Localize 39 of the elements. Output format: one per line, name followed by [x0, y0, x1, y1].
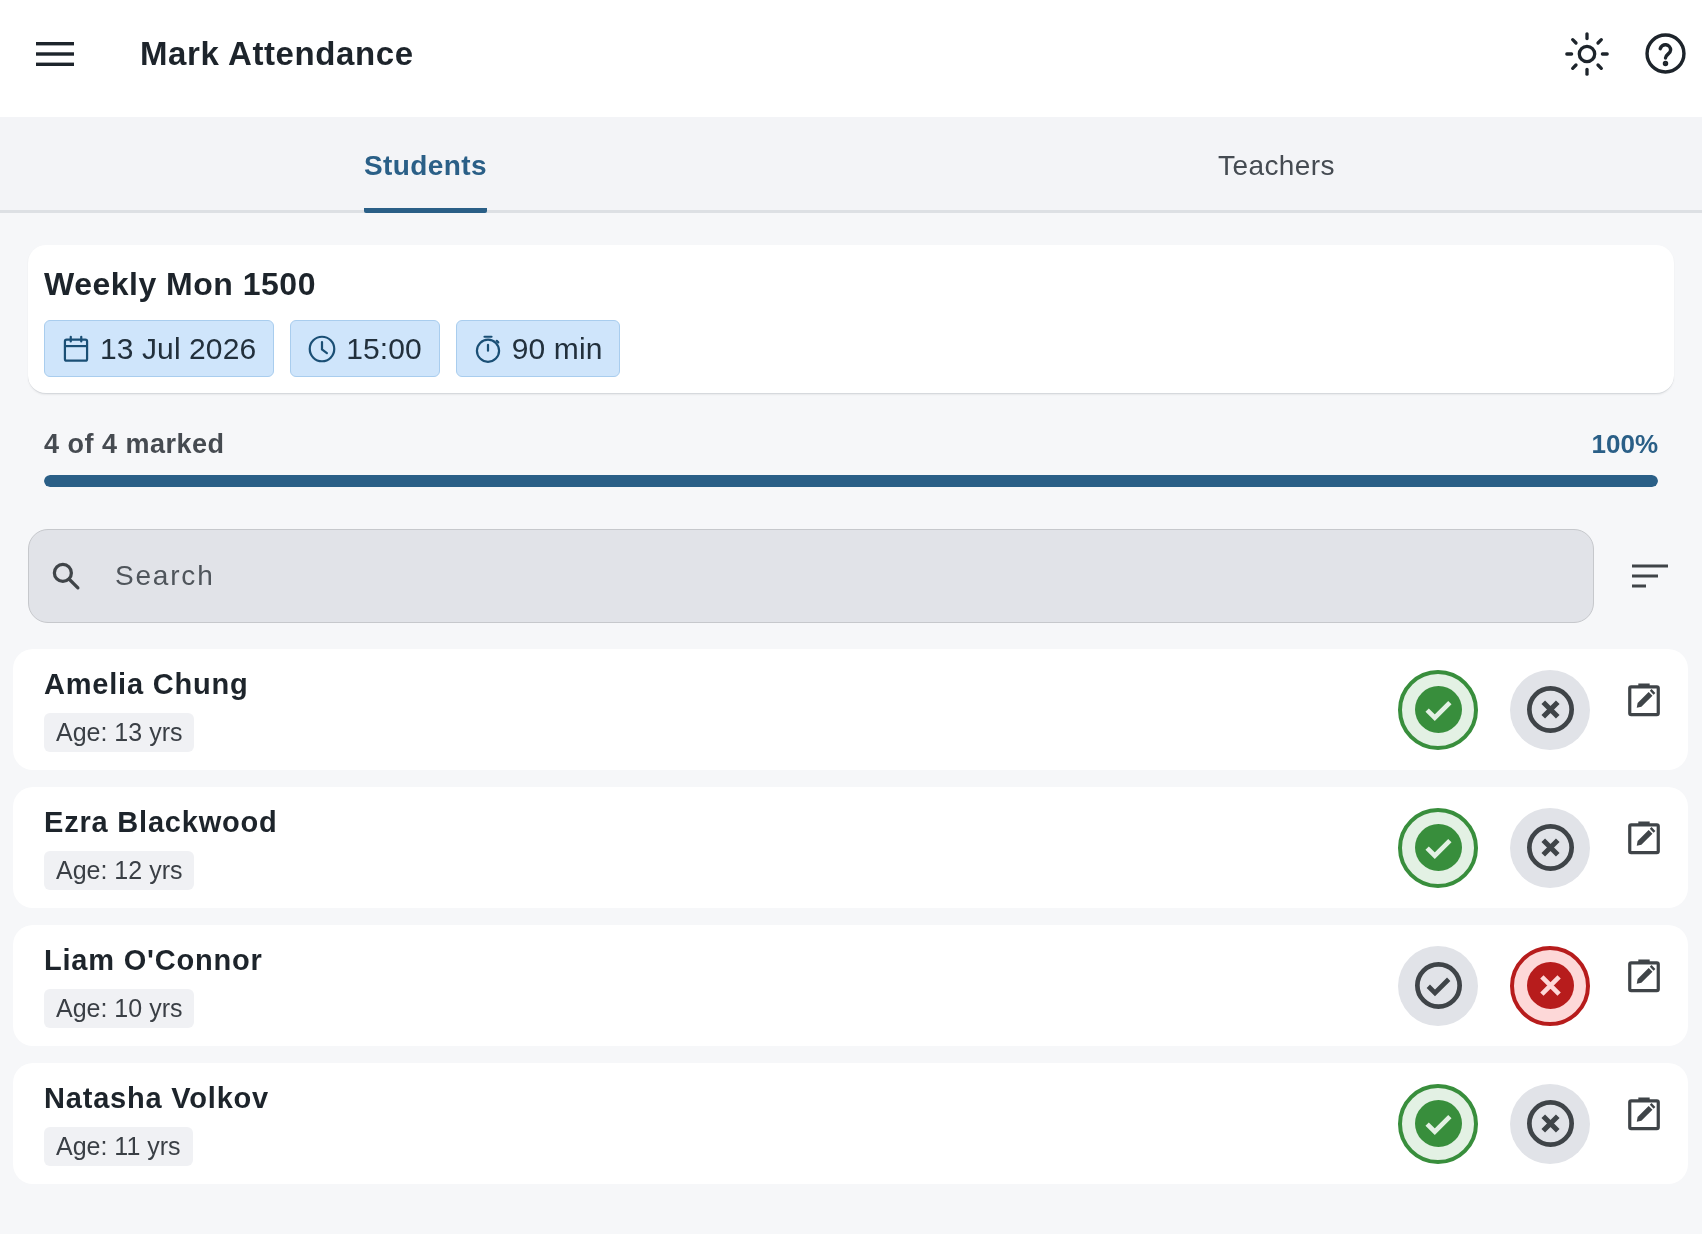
- menu-icon[interactable]: [36, 40, 74, 67]
- marked-percent: 100%: [1591, 428, 1658, 460]
- help-icon[interactable]: [1645, 33, 1686, 74]
- marked-count: 4 of 4 marked: [44, 428, 225, 460]
- filter-icon[interactable]: [1632, 564, 1668, 588]
- page-title: Mark Attendance: [140, 34, 415, 73]
- sun-icon[interactable]: [1565, 31, 1609, 76]
- close-circle-icon: [1526, 824, 1574, 871]
- session-title: Weekly Mon 1500: [44, 265, 317, 303]
- search-field[interactable]: Search: [115, 551, 1571, 601]
- close-circle-icon: [1526, 962, 1574, 1009]
- clipboard-edit-icon[interactable]: [1628, 957, 1660, 993]
- session-time: 15:00: [346, 331, 422, 366]
- clipboard-edit-icon[interactable]: [1628, 681, 1660, 717]
- check-circle-icon: [1414, 962, 1462, 1009]
- student-age: Age: 10 yrs: [44, 988, 195, 1028]
- check-circle-icon: [1414, 824, 1462, 871]
- close-circle-icon: [1526, 686, 1574, 733]
- student-name: Ezra Blackwood: [44, 805, 278, 839]
- stopwatch-icon: [473, 334, 502, 363]
- clock-icon: [308, 334, 337, 363]
- student-age: Age: 12 yrs: [44, 850, 195, 890]
- student-name: Natasha Volkov: [44, 1081, 270, 1115]
- student-age: Age: 11 yrs: [44, 1126, 193, 1166]
- session-duration: 90 min: [511, 331, 603, 366]
- check-circle-icon: [1414, 686, 1462, 733]
- session-date: 13 Jul 2026: [100, 331, 257, 366]
- search-bar[interactable]: Search: [28, 529, 1594, 623]
- clipboard-edit-icon[interactable]: [1628, 1095, 1660, 1131]
- close-circle-icon: [1526, 1100, 1574, 1147]
- tab[interactable]: Teachers: [851, 117, 1702, 213]
- student-name: Amelia Chung: [44, 667, 249, 701]
- check-circle-icon: [1414, 1100, 1462, 1147]
- student-name: Liam O'Connor: [44, 943, 263, 977]
- clipboard-edit-icon[interactable]: [1628, 819, 1660, 855]
- tab[interactable]: Students: [0, 117, 851, 213]
- calendar-icon: [62, 334, 90, 363]
- student-age: Age: 13 yrs: [44, 712, 195, 752]
- search-icon: [51, 561, 81, 591]
